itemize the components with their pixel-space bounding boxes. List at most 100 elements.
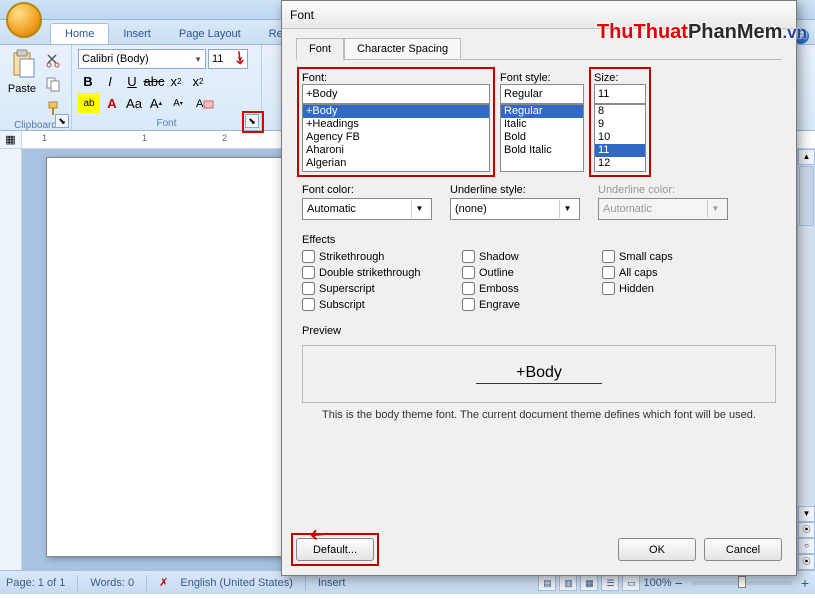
font-group: Calibri (Body)▼ 11▼ B I U abc x2 x2 ab A…	[72, 45, 262, 130]
underline-color-dropdown: Automatic▼	[598, 198, 728, 220]
list-item[interactable]: Italic	[501, 118, 583, 131]
font-label: Font:	[302, 72, 327, 84]
emboss-checkbox[interactable]: Emboss	[462, 282, 592, 295]
clear-formatting-button[interactable]: A	[190, 93, 218, 113]
paste-button[interactable]: Paste	[4, 47, 40, 119]
strikethrough-checkbox[interactable]: Strikethrough	[302, 250, 452, 263]
font-input[interactable]	[302, 84, 490, 104]
list-item[interactable]: 9	[595, 118, 645, 131]
size-listbox[interactable]: 8 9 10 11 12	[594, 104, 646, 172]
highlight-button[interactable]: ab	[78, 93, 100, 113]
italic-button[interactable]: I	[100, 71, 120, 91]
insert-mode[interactable]: Insert	[318, 577, 346, 589]
shrink-font-button[interactable]: A▾	[168, 93, 188, 113]
bold-button[interactable]: B	[78, 71, 98, 91]
subscript-button[interactable]: x2	[166, 71, 186, 91]
browse-object-button[interactable]: ○	[798, 538, 815, 554]
draft-view[interactable]: ▭	[622, 575, 640, 591]
tab-character-spacing[interactable]: Character Spacing	[344, 38, 461, 60]
list-item[interactable]: 11	[595, 144, 645, 157]
full-screen-view[interactable]: ▥	[559, 575, 577, 591]
list-item[interactable]: Bold Italic	[501, 144, 583, 157]
zoom-slider[interactable]	[692, 581, 792, 585]
ruler-corner[interactable]: ▦	[0, 131, 22, 148]
font-color-button[interactable]: A	[102, 93, 122, 113]
list-item[interactable]: Bold	[501, 131, 583, 144]
list-item[interactable]: Agency FB	[303, 131, 489, 144]
preview-box: +Body	[302, 345, 776, 403]
tab-page-layout[interactable]: Page Layout	[165, 24, 255, 44]
outline-view[interactable]: ☰	[601, 575, 619, 591]
list-item[interactable]: 10	[595, 131, 645, 144]
zoom-level[interactable]: 100%	[643, 577, 671, 589]
underline-style-dropdown[interactable]: (none)▼	[450, 198, 580, 220]
font-listbox[interactable]: +Body +Headings Agency FB Aharoni Algeri…	[302, 104, 490, 172]
list-item[interactable]: +Headings	[303, 118, 489, 131]
ok-button[interactable]: OK	[618, 538, 696, 561]
copy-icon[interactable]	[42, 73, 64, 95]
tab-insert[interactable]: Insert	[109, 24, 165, 44]
font-color-dropdown[interactable]: Automatic▼	[302, 198, 432, 220]
underline-button[interactable]: U	[122, 71, 142, 91]
print-layout-view[interactable]: ▤	[538, 575, 556, 591]
clipboard-group: Paste Clipboard ⬊	[0, 45, 72, 130]
page-indicator[interactable]: Page: 1 of 1	[6, 577, 65, 589]
list-item[interactable]: Aharoni	[303, 144, 489, 157]
tab-font[interactable]: Font	[296, 38, 344, 60]
outline-checkbox[interactable]: Outline	[462, 266, 592, 279]
list-item[interactable]: +Body	[303, 105, 489, 118]
language-indicator[interactable]: English (United States)	[180, 577, 293, 589]
web-layout-view[interactable]: ▦	[580, 575, 598, 591]
font-style-listbox[interactable]: Regular Italic Bold Bold Italic	[500, 104, 584, 172]
cut-icon[interactable]	[42, 49, 64, 71]
list-item[interactable]: 8	[595, 105, 645, 118]
tab-home[interactable]: Home	[50, 23, 109, 44]
zoom-out-button[interactable]: −	[675, 575, 683, 591]
grow-font-button[interactable]: A▴	[146, 93, 166, 113]
list-item[interactable]: Algerian	[303, 157, 489, 170]
change-case-button[interactable]: Aa	[124, 93, 144, 113]
smallcaps-checkbox[interactable]: Small caps	[602, 250, 722, 263]
vertical-ruler[interactable]	[0, 149, 22, 570]
prev-page-button[interactable]: ⦿	[798, 522, 815, 538]
preview-note: This is the body theme font. The current…	[302, 409, 776, 421]
font-name-combo[interactable]: Calibri (Body)▼	[78, 49, 206, 69]
shadow-checkbox[interactable]: Shadow	[462, 250, 592, 263]
list-item[interactable]: Regular	[501, 105, 583, 118]
font-color-label: Font color:	[302, 184, 432, 196]
superscript-checkbox[interactable]: Superscript	[302, 282, 452, 295]
double-strikethrough-checkbox[interactable]: Double strikethrough	[302, 266, 452, 279]
zoom-in-button[interactable]: +	[801, 575, 809, 591]
preview-label: Preview	[302, 325, 776, 337]
word-count[interactable]: Words: 0	[90, 577, 134, 589]
underline-style-label: Underline style:	[450, 184, 580, 196]
scroll-thumb[interactable]	[799, 166, 814, 226]
office-button[interactable]	[6, 2, 42, 38]
watermark: ThuThuatPhanMem.vn	[597, 22, 807, 42]
font-dialog: Font Font Character Spacing Font: +Body …	[281, 0, 797, 576]
effects-label: Effects	[302, 234, 776, 246]
size-input[interactable]	[594, 84, 646, 104]
preview-text: +Body	[476, 364, 602, 384]
scroll-down-button[interactable]: ▼	[798, 506, 815, 522]
strikethrough-button[interactable]: abc	[144, 71, 164, 91]
proofing-icon[interactable]: ✗	[159, 576, 168, 589]
scroll-up-button[interactable]: ▲	[798, 149, 815, 165]
cancel-button[interactable]: Cancel	[704, 538, 782, 561]
subscript-checkbox[interactable]: Subscript	[302, 298, 452, 311]
default-button[interactable]: Default...	[296, 538, 374, 561]
hidden-checkbox[interactable]: Hidden	[602, 282, 722, 295]
superscript-button[interactable]: x2	[188, 71, 208, 91]
underline-color-label: Underline color:	[598, 184, 728, 196]
clipboard-dialog-launcher[interactable]: ⬊	[55, 114, 69, 128]
engrave-checkbox[interactable]: Engrave	[462, 298, 592, 311]
allcaps-checkbox[interactable]: All caps	[602, 266, 722, 279]
next-page-button[interactable]: ⦿	[798, 554, 815, 570]
font-group-label: Font	[76, 117, 257, 130]
svg-text:A: A	[196, 98, 204, 110]
font-style-label: Font style:	[500, 72, 551, 84]
list-item[interactable]: 12	[595, 157, 645, 170]
annotation-highlight	[242, 111, 264, 133]
font-style-input[interactable]	[500, 84, 584, 104]
vertical-scrollbar[interactable]: ▲ ▼ ⦿ ○ ⦿	[797, 149, 815, 570]
